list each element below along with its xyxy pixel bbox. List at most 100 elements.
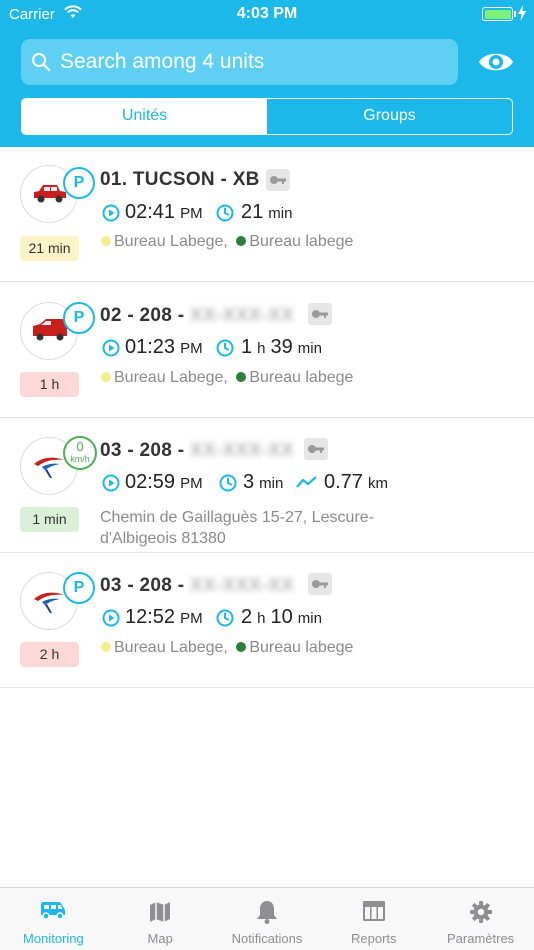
clock-icon	[216, 609, 234, 627]
geozone-dot-yellow	[101, 236, 111, 246]
trip-distance-icon	[296, 476, 317, 488]
time-ampm: PM	[180, 610, 203, 627]
unit-address: Chemin de Gaillaguès 15-27, Lescure-d'Al…	[100, 509, 374, 547]
battery-icon	[482, 7, 516, 21]
tab-settings[interactable]: Paramètres	[427, 888, 534, 950]
geozone-dot-green	[236, 642, 247, 652]
redacted-plate: XX-XXX-XX	[189, 575, 294, 596]
play-clock-icon	[102, 474, 120, 492]
tab-label: Monitoring	[23, 931, 84, 946]
map-icon	[150, 902, 171, 922]
unit-title: 03 - 208 - XX-XXX-XX	[100, 575, 294, 596]
tab-notifications[interactable]: Notifications	[214, 888, 321, 950]
elapsed-value: 2	[241, 606, 253, 628]
speed-unit: km/h	[70, 454, 90, 464]
van-icon	[41, 902, 66, 920]
geozone-from: Bureau Labege,	[114, 639, 228, 656]
distance-value: 0.77	[324, 471, 363, 493]
elapsed-unit: h	[257, 340, 266, 357]
geozone-to: Bureau labege	[249, 369, 354, 386]
elapsed-value-2: 10	[270, 606, 293, 628]
gear-icon	[469, 901, 492, 923]
geozone-to: Bureau labege	[249, 233, 354, 250]
tab-label: Paramètres	[446, 931, 515, 946]
unit-row[interactable]: P 21 min 01. TUCSON - XB 02:41 PM 21 min…	[0, 147, 534, 282]
charging-bolt-icon	[518, 5, 526, 21]
tab-groups[interactable]: Groups	[267, 99, 512, 134]
status-duration-badge: 2 h	[20, 642, 79, 667]
geozone-to: Bureau labege	[249, 639, 354, 656]
redacted-plate: XX-XXX-XX	[189, 440, 294, 461]
parked-badge: P	[63, 167, 95, 199]
key-icon	[304, 438, 328, 460]
search-icon	[32, 53, 51, 72]
unit-row[interactable]: P 2 h 03 - 208 - XX-XXX-XX 12:52 PM 2 h …	[0, 553, 534, 688]
elapsed-value-2: 39	[270, 336, 293, 358]
clock-icon	[219, 474, 237, 492]
geozone-line: Bureau Labege, Bureau labege	[101, 369, 353, 387]
tab-bar: Monitoring Map Notifications Reports Par…	[0, 887, 534, 950]
status-duration-badge: 1 h	[20, 372, 79, 397]
geozone-dot-green	[236, 372, 247, 382]
status-duration-badge: 1 min	[20, 507, 79, 532]
distance-unit: km	[367, 475, 388, 492]
tab-label: Reports	[351, 931, 397, 946]
geozone-dot-yellow	[101, 372, 111, 382]
elapsed-value: 21	[241, 201, 264, 223]
elapsed-value: 3	[243, 471, 255, 493]
reports-icon	[362, 901, 385, 921]
elapsed-unit: h	[257, 610, 266, 627]
geozone-dot-yellow	[101, 642, 111, 652]
geozone-line: Bureau Labege, Bureau labege	[101, 639, 353, 657]
unit-title: 01. TUCSON - XB	[100, 169, 260, 190]
elapsed-unit: min	[268, 205, 293, 222]
status-time: 4:03 PM	[236, 5, 298, 22]
status-bar: Carrier 4:03 PM	[0, 0, 534, 30]
unit-title: 02 - 208 - XX-XXX-XX	[100, 305, 294, 326]
segmented-control: Unités Groups	[21, 98, 513, 135]
tab-reports[interactable]: Reports	[320, 888, 427, 950]
status-duration-badge: 21 min	[20, 236, 79, 261]
elapsed-unit: min	[259, 475, 284, 492]
tab-units[interactable]: Unités	[22, 99, 267, 134]
parked-badge: P	[63, 572, 95, 604]
play-clock-icon	[102, 339, 120, 357]
key-icon	[308, 303, 332, 325]
eye-icon[interactable]	[478, 46, 514, 78]
time-ampm: PM	[180, 475, 203, 492]
tab-label: Map	[147, 931, 173, 946]
geozone-dot-green	[236, 236, 247, 246]
elapsed-unit-2: min	[297, 340, 322, 357]
speed-badge: 0 km/h	[63, 436, 97, 470]
bell-icon	[256, 901, 277, 924]
tab-monitoring[interactable]: Monitoring	[0, 888, 107, 950]
key-icon	[308, 573, 332, 595]
time-ampm: PM	[180, 205, 203, 222]
unit-title: 03 - 208 - XX-XXX-XX	[100, 440, 294, 461]
elapsed-value: 1	[241, 336, 253, 358]
clock-icon	[216, 339, 234, 357]
tab-map[interactable]: Map	[107, 888, 214, 950]
last-message-time: 01:23	[125, 336, 176, 358]
speed-value: 0	[76, 439, 84, 454]
tab-label: Notifications	[231, 931, 303, 946]
geozone-from: Bureau Labege,	[114, 233, 228, 250]
geozone-from: Bureau Labege,	[114, 369, 228, 386]
last-message-time: 12:52	[125, 606, 176, 628]
play-clock-icon	[102, 204, 120, 222]
key-icon	[266, 169, 290, 191]
redacted-plate: XX-XXX-XX	[189, 305, 294, 326]
unit-row[interactable]: 0 km/h 1 min 03 - 208 - XX-XXX-XX 02:59 …	[0, 418, 534, 553]
last-message-time: 02:59	[125, 471, 176, 493]
last-message-time: 02:41	[125, 201, 176, 223]
elapsed-unit-2: min	[297, 610, 322, 627]
header: Carrier 4:03 PM Search among 4 units Uni…	[0, 0, 534, 147]
clock-icon	[216, 204, 234, 222]
time-ampm: PM	[180, 340, 203, 357]
search-input[interactable]: Search among 4 units	[21, 39, 458, 85]
geozone-line: Bureau Labege, Bureau labege	[101, 233, 353, 251]
unit-row[interactable]: P 1 h 02 - 208 - XX-XXX-XX 01:23 PM 1 h …	[0, 283, 534, 418]
parked-badge: P	[63, 302, 95, 334]
play-clock-icon	[102, 609, 120, 627]
search-placeholder: Search among 4 units	[60, 50, 265, 73]
